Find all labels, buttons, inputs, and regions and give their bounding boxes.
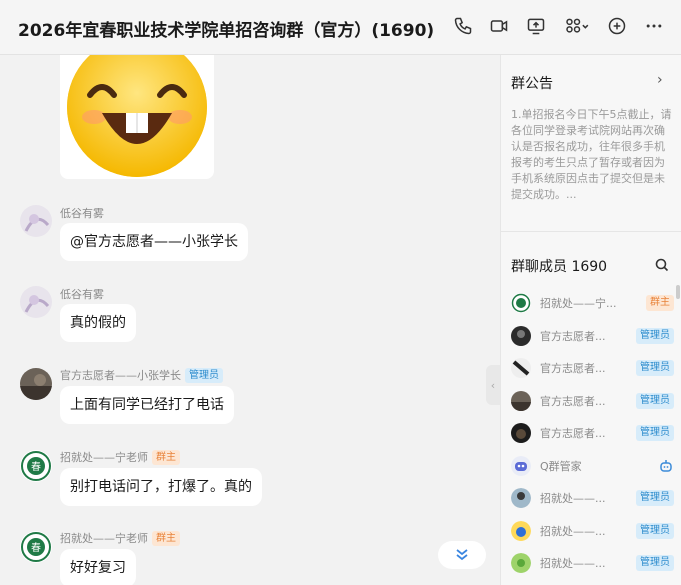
avatar[interactable] [20, 205, 52, 237]
member-name: Q群管家 [540, 460, 582, 473]
members-title: 群聊成员 1690 [511, 259, 608, 275]
message-bubble[interactable]: 上面有同学已经打了电话 [60, 386, 234, 424]
avatar [511, 456, 531, 476]
sender-label: 低谷有雾 [60, 207, 104, 220]
admin-badge: 管理员 [636, 555, 674, 571]
avatar [511, 423, 531, 443]
member-name: 官方志愿者... [540, 362, 606, 375]
owner-badge: 群主 [646, 295, 674, 311]
member-name: 招就处——宁... [540, 297, 617, 310]
admin-badge: 管理员 [636, 490, 674, 506]
member-item[interactable]: 官方志愿者... 管理员 [511, 390, 674, 412]
member-item[interactable]: Q群管家 [511, 455, 674, 477]
scrollbar[interactable] [676, 285, 680, 299]
sender-name: 招就处——宁老师 群主 [60, 449, 180, 465]
divider [501, 231, 681, 232]
avatar[interactable] [20, 286, 52, 318]
message-bubble[interactable]: 真的假的 [60, 304, 136, 342]
video-call-icon[interactable] [488, 15, 510, 37]
scroll-to-bottom-button[interactable] [438, 541, 486, 569]
notice-text[interactable]: 1.单招报名今日下午5点截止，请各位同学登录考试院网站再次确认是否报名成功，往年… [511, 107, 674, 203]
owner-badge: 群主 [152, 530, 180, 546]
admin-badge: 管理员 [636, 393, 674, 409]
robot-icon [660, 460, 672, 472]
member-name: 官方志愿者... [540, 330, 606, 343]
admin-badge: 管理员 [636, 523, 674, 539]
member-item[interactable]: 招就处——... 管理员 [511, 520, 674, 542]
member-name: 招就处——... [540, 557, 606, 570]
phone-icon[interactable] [452, 15, 474, 37]
message-bubble[interactable]: 好好复习 [60, 549, 136, 585]
member-item[interactable]: 招就处——宁... 群主 [511, 292, 674, 314]
chevron-right-icon[interactable]: › [657, 72, 663, 88]
avatar [511, 553, 531, 573]
avatar [511, 293, 531, 313]
member-item[interactable]: 官方志愿者... 管理员 [511, 422, 674, 444]
avatar [511, 358, 531, 378]
member-name: 招就处——... [540, 492, 606, 505]
avatar [511, 521, 531, 541]
message-list[interactable]: 低谷有雾 @官方志愿者——小张学长 低谷有雾 真的假的 官方志愿者——小张学长 … [0, 55, 500, 585]
sender-label: 低谷有雾 [60, 288, 104, 301]
sender-name: 官方志愿者——小张学长 管理员 [60, 367, 223, 383]
group-sidebar: 群公告 › 1.单招报名今日下午5点截止，请各位同学登录考试院网站再次确认是否报… [500, 55, 681, 585]
member-item[interactable]: 招就处——... 管理员 [511, 552, 674, 574]
avatar [511, 391, 531, 411]
avatar[interactable]: 春 [20, 531, 52, 563]
sender-name: 招就处——宁老师 群主 [60, 530, 180, 546]
admin-badge: 管理员 [185, 367, 223, 383]
avatar [511, 326, 531, 346]
double-chevron-down-icon [456, 549, 468, 561]
admin-badge: 管理员 [636, 328, 674, 344]
add-icon[interactable] [606, 15, 628, 37]
sender-label: 官方志愿者——小张学长 [60, 369, 181, 382]
message-bubble[interactable]: @官方志愿者——小张学长 [60, 223, 248, 261]
member-item[interactable]: 官方志愿者... 管理员 [511, 357, 674, 379]
emoji-sticker[interactable] [60, 55, 214, 179]
search-icon[interactable] [654, 257, 670, 273]
sender-label: 招就处——宁老师 [60, 532, 148, 545]
apps-grid-icon[interactable] [562, 15, 592, 37]
collapse-sidebar-button[interactable]: ‹ [486, 365, 500, 405]
member-name: 官方志愿者... [540, 395, 606, 408]
group-title: 2026年宜春职业技术学院单招咨询群（官方）(1690) [18, 21, 435, 41]
sender-label: 招就处——宁老师 [60, 451, 148, 464]
notice-title[interactable]: 群公告 [511, 73, 553, 93]
chat-header: 2026年宜春职业技术学院单招咨询群（官方）(1690) [0, 0, 681, 55]
owner-badge: 群主 [152, 449, 180, 465]
screen-share-icon[interactable] [525, 15, 547, 37]
avatar [511, 488, 531, 508]
sender-name: 低谷有雾 [60, 205, 104, 221]
member-name: 招就处——... [540, 525, 606, 538]
sender-name: 低谷有雾 [60, 286, 104, 302]
member-name: 官方志愿者... [540, 427, 606, 440]
admin-badge: 管理员 [636, 425, 674, 441]
member-item[interactable]: 招就处——... 管理员 [511, 487, 674, 509]
svg-text:春: 春 [31, 542, 41, 554]
svg-text:春: 春 [31, 461, 41, 473]
avatar[interactable] [20, 368, 52, 400]
more-icon[interactable] [643, 15, 665, 37]
avatar[interactable]: 春 [20, 450, 52, 482]
message-bubble[interactable]: 别打电话问了，打爆了。真的 [60, 468, 262, 506]
member-item[interactable]: 官方志愿者... 管理员 [511, 325, 674, 347]
admin-badge: 管理员 [636, 360, 674, 376]
